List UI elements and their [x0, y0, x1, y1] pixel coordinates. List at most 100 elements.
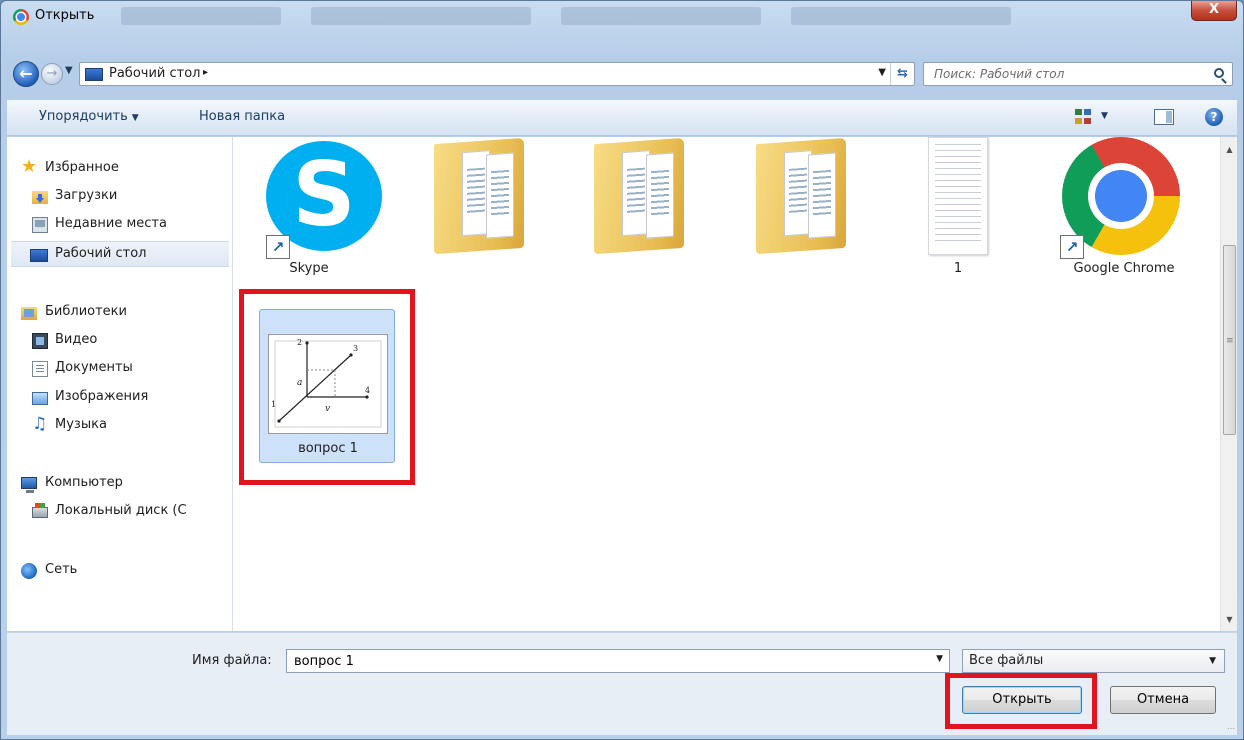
nav-recent-places[interactable]: Недавние места	[7, 212, 232, 238]
folder-icon	[594, 137, 684, 255]
nav-music[interactable]: ♫ Музыка	[7, 413, 232, 439]
shortcut-arrow-icon: ↗	[1060, 235, 1084, 259]
open-file-dialog: Открыть X ← → ▼ Рабочий стол ▸ ▼ ⇆ Упоря…	[0, 0, 1244, 740]
file-name-input[interactable]	[287, 650, 923, 672]
file-item-folder[interactable]	[424, 137, 574, 287]
organize-button[interactable]: Упорядочить ▼	[39, 109, 139, 124]
nav-label: Избранное	[45, 160, 119, 175]
file-name: Google Chrome	[1073, 261, 1175, 276]
address-bar[interactable]: Рабочий стол ▸ ▼ ⇆	[79, 62, 915, 86]
file-item-skype[interactable]: S ↗ Skype	[234, 137, 384, 287]
content-area: ★ Избранное Загрузки Недавние места Рабо…	[7, 137, 1237, 631]
search-input[interactable]	[924, 63, 1204, 85]
folder-preview-sheet	[808, 152, 836, 239]
breadcrumb-arrow-icon[interactable]: ▸	[203, 67, 208, 78]
document-icon	[928, 137, 988, 255]
vertical-scrollbar[interactable]: ▲ ≡ ▼	[1220, 137, 1237, 631]
network-icon	[21, 563, 37, 579]
local-disk-icon	[32, 503, 48, 518]
address-dropdown-icon[interactable]: ▼	[878, 67, 886, 78]
folder-icon	[434, 137, 524, 255]
file-name: 1	[953, 261, 963, 276]
folder-preview-sheet	[646, 152, 674, 239]
chevron-down-icon[interactable]: ▼	[936, 654, 943, 664]
file-name-combobox[interactable]: ▼	[286, 649, 950, 673]
highlight-box-selected-file	[239, 289, 415, 485]
star-icon: ★	[21, 156, 38, 177]
nav-label: Сеть	[45, 562, 78, 577]
nav-downloads[interactable]: Загрузки	[7, 184, 232, 210]
refresh-icon[interactable]: ⇆	[890, 63, 914, 85]
change-view-icon[interactable]	[1075, 109, 1093, 125]
nav-label: Загрузки	[55, 188, 118, 203]
file-name-label: Имя файла:	[192, 653, 272, 668]
new-folder-button[interactable]: Новая папка	[199, 109, 285, 124]
nav-network[interactable]: Сеть	[7, 558, 232, 584]
scrollbar-thumb[interactable]: ≡	[1223, 245, 1236, 435]
documents-icon	[32, 361, 48, 377]
folder-preview-sheet	[486, 152, 514, 239]
video-icon	[32, 333, 48, 349]
music-icon: ♫	[32, 414, 48, 434]
recent-locations-chevron-down-icon[interactable]: ▼	[65, 65, 73, 76]
grip-icon: ≡	[1226, 336, 1234, 346]
scroll-down-icon[interactable]: ▼	[1221, 611, 1238, 628]
folder-icon	[756, 137, 846, 255]
computer-icon	[21, 477, 37, 493]
recent-places-icon	[32, 217, 48, 233]
shortcut-arrow-icon: ↗	[266, 235, 290, 259]
window-title: Открыть	[35, 8, 95, 23]
search-icon[interactable]	[1214, 68, 1224, 78]
address-row: ← → ▼ Рабочий стол ▸ ▼ ⇆	[1, 57, 1243, 93]
organize-label: Упорядочить	[39, 109, 128, 124]
forward-button[interactable]: →	[41, 63, 63, 85]
nav-label: Библиотеки	[45, 304, 127, 319]
nav-label: Рабочий стол	[55, 246, 147, 261]
nav-label: Видео	[55, 332, 98, 347]
title-bar[interactable]: Открыть X	[1, 1, 1243, 31]
nav-label: Локальный диск (С	[55, 503, 187, 518]
libraries-icon	[21, 307, 37, 320]
cancel-button[interactable]: Отмена	[1110, 686, 1216, 714]
scroll-up-icon[interactable]: ▲	[1221, 141, 1238, 158]
file-item-folder[interactable]	[746, 137, 896, 287]
nav-label: Изображения	[55, 389, 149, 404]
nav-documents[interactable]: Документы	[7, 356, 232, 382]
search-box[interactable]	[923, 62, 1233, 86]
nav-pictures[interactable]: Изображения	[7, 385, 232, 411]
nav-label: Недавние места	[55, 216, 167, 231]
resize-grip-icon[interactable]: ⋯	[1227, 724, 1235, 733]
nav-label: Компьютер	[45, 475, 123, 490]
close-button[interactable]: X	[1191, 1, 1237, 21]
chevron-down-icon: ▼	[131, 113, 139, 123]
file-name-panel: Имя файла: ▼ Все файлы ▼ Открыть Отмена …	[7, 632, 1237, 735]
navigation-pane: ★ Избранное Загрузки Недавние места Рабо…	[7, 137, 233, 631]
desktop-icon	[30, 249, 48, 262]
breadcrumb[interactable]: Рабочий стол	[109, 66, 200, 81]
downloads-folder-icon	[32, 191, 48, 204]
pictures-icon	[32, 392, 48, 405]
nav-local-disk[interactable]: Локальный диск (С	[7, 499, 232, 525]
file-type-value: Все файлы	[969, 653, 1044, 668]
nav-favorites[interactable]: ★ Избранное	[7, 156, 232, 182]
back-button[interactable]: ←	[13, 61, 39, 87]
nav-label: Документы	[55, 360, 133, 375]
command-toolbar: Упорядочить ▼ Новая папка ▼ ?	[7, 100, 1237, 136]
file-list: S ↗ Skype 1 ↗ Google Chrome 1 2 3 4 a v …	[234, 137, 1220, 631]
chevron-down-icon: ▼	[1209, 656, 1216, 666]
file-type-select[interactable]: Все файлы ▼	[962, 649, 1225, 673]
nav-video[interactable]: Видео	[7, 328, 232, 354]
highlight-box-open-button	[945, 673, 1097, 729]
preview-pane-icon[interactable]	[1154, 109, 1174, 125]
nav-desktop[interactable]: Рабочий стол	[11, 241, 229, 267]
desktop-icon	[85, 68, 103, 81]
nav-label: Музыка	[55, 417, 107, 432]
background-tabs	[121, 5, 1161, 27]
file-name: Skype	[289, 261, 329, 276]
help-icon[interactable]: ?	[1205, 108, 1223, 126]
nav-computer[interactable]: Компьютер	[7, 471, 232, 497]
chrome-icon	[13, 9, 29, 25]
file-item-folder[interactable]	[584, 137, 734, 287]
view-options-chevron-down-icon[interactable]: ▼	[1101, 111, 1108, 121]
nav-libraries[interactable]: Библиотеки	[7, 300, 232, 326]
